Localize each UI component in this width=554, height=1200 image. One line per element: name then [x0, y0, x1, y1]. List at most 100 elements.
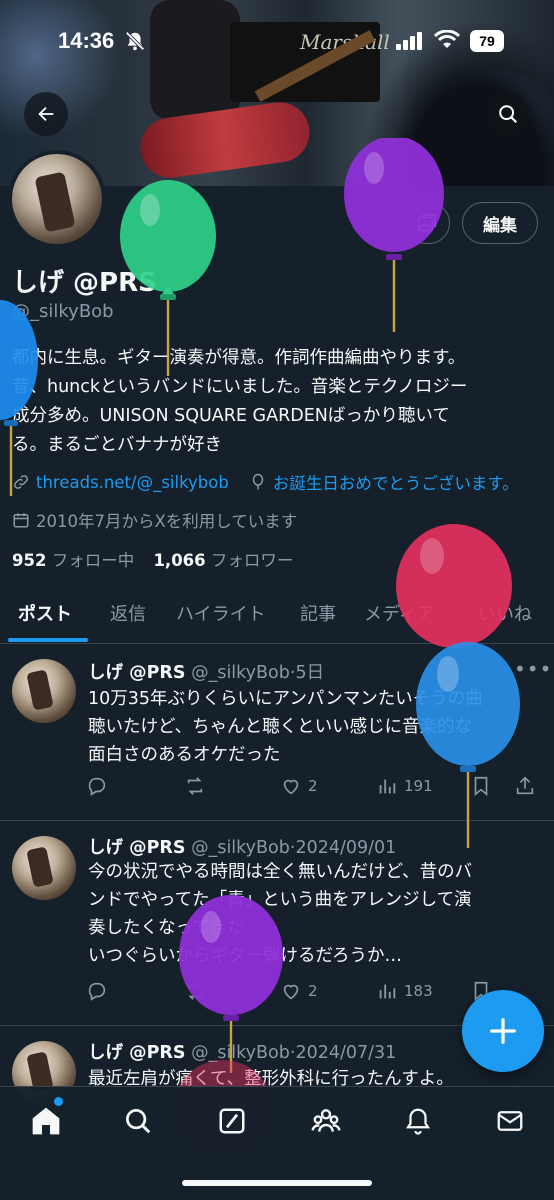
repost-icon — [187, 982, 203, 1000]
heart-icon — [283, 984, 299, 1000]
wifi-icon — [434, 30, 460, 48]
reply-icon — [88, 982, 106, 1001]
home-indicator — [182, 1180, 372, 1186]
post[interactable]: しげ @PRS @_silkyBob·5日 ••• 10万35年ぶりくらいにアン… — [0, 645, 554, 821]
post-line: いつぐらいからギター弾けるだろうか… — [88, 946, 402, 966]
tab-likes[interactable]: いいね — [478, 600, 532, 626]
view-count: 183 — [404, 982, 433, 1000]
post-header: しげ @PRS @_silkyBob·5日 — [88, 659, 324, 684]
nav-home[interactable] — [26, 1101, 66, 1141]
active-tab-indicator — [8, 638, 88, 642]
nav-messages[interactable] — [490, 1101, 530, 1141]
post-author-name[interactable]: しげ @PRS — [88, 838, 186, 858]
link-icon — [14, 475, 28, 489]
plus-icon — [490, 1018, 516, 1044]
post-date: 2024/09/01 — [295, 838, 397, 858]
post-header: しげ @PRS @_silkyBob·2024/09/01 — [88, 834, 396, 859]
post-line: 面白さのあるオケだった — [88, 745, 281, 765]
more-options-icon[interactable]: ••• — [514, 657, 552, 681]
post-text: 10万35年ぶりくらいにアンパンマンたいそうの曲 聴いたけど、ちゃんと聴くといい… — [88, 685, 538, 769]
reply-button[interactable] — [86, 775, 108, 797]
post-actions: 2 191 — [86, 775, 542, 803]
share-button[interactable] — [514, 775, 536, 797]
search-button[interactable] — [486, 92, 530, 136]
joined-date: 2010年7月からXを利用しています — [12, 508, 297, 532]
home-notification-dot — [54, 1097, 63, 1106]
post-author-handle: @_silkyBob — [191, 663, 290, 683]
post[interactable]: しげ @PRS @_silkyBob·2024/09/01 今の状況でやる時間は… — [0, 822, 554, 1026]
bookmark-icon — [474, 776, 488, 797]
grok-icon — [219, 1108, 245, 1134]
following-label: フォロー中 — [51, 551, 135, 570]
post-line: 最近左肩が痛くて、整形外科に行ったんすよ。 — [88, 1069, 454, 1087]
status-time: 14:36 — [58, 28, 115, 53]
views-button[interactable]: 183 — [376, 980, 433, 1002]
communities-icon — [311, 1109, 341, 1132]
cellular-signal-icon — [396, 32, 422, 50]
nav-grok[interactable] — [212, 1101, 252, 1141]
status-bar: 14:36 79 — [0, 22, 554, 62]
post-author-name[interactable]: しげ @PRS — [88, 1043, 186, 1063]
bookmark-button[interactable] — [470, 775, 492, 797]
view-count: 191 — [404, 777, 433, 795]
follow-stats: 952 フォロー中 1,066 フォロワー — [12, 547, 293, 571]
post-author-handle: @_silkyBob — [191, 838, 290, 858]
profile-handle: @_silkyBob — [12, 301, 114, 322]
post-line: 奏したくなってきた — [88, 918, 245, 938]
tab-media[interactable]: メディア — [364, 600, 435, 626]
post-date: 5日 — [295, 663, 325, 683]
share-icon — [516, 776, 534, 795]
post-author-name[interactable]: しげ @PRS — [88, 663, 186, 683]
views-chart-icon — [379, 984, 396, 999]
birthday-message: お誕生日おめでとうございます。 — [272, 474, 519, 493]
bio-line: 都内に生息。ギター演奏が得意。作詞作曲編曲やります。 — [12, 348, 466, 368]
search-icon — [499, 105, 518, 124]
post-line: 聴いたけど、ちゃんと聴くといい感じに音楽的な — [88, 717, 473, 737]
post-line: 今の状況でやる時間は全く無いんだけど、昔のバ — [88, 862, 473, 882]
tab-replies[interactable]: 返信 — [110, 600, 146, 626]
post-header: しげ @PRS @_silkyBob·2024/07/31 — [88, 1039, 396, 1064]
tab-posts[interactable]: ポスト — [18, 600, 72, 626]
home-icon — [32, 1107, 60, 1135]
joined-text: 2010年7月からXを利用しています — [36, 512, 298, 531]
bio-line: る。まるごとバナナが好き — [12, 435, 222, 455]
avatar-guitar-headstock — [26, 846, 54, 888]
post-text: 最近左肩が痛くて、整形外科に行ったんすよ。 — [88, 1065, 538, 1087]
back-button[interactable] — [24, 92, 68, 136]
avatar-guitar-headstock — [34, 171, 76, 233]
bell-slash-icon — [125, 31, 145, 51]
bio-line: 成分多め。UNISON SQUARE GARDENばっかり聴いて — [12, 406, 450, 426]
repost-button[interactable] — [184, 980, 206, 1002]
post-avatar[interactable] — [12, 836, 76, 900]
following-link[interactable]: 952 フォロー中 — [12, 551, 134, 570]
media-button[interactable] — [404, 202, 450, 244]
nav-notifications[interactable] — [398, 1101, 438, 1141]
followers-label: フォロワー — [210, 551, 294, 570]
nav-search[interactable] — [118, 1101, 158, 1141]
mail-icon — [497, 1111, 523, 1131]
post-line: 10万35年ぶりくらいにアンパンマンたいそうの曲 — [88, 689, 483, 709]
bell-icon — [405, 1108, 431, 1135]
balloon-icon — [252, 473, 264, 490]
battery-indicator: 79 — [470, 30, 504, 52]
like-button[interactable]: 2 — [280, 775, 318, 797]
tab-articles[interactable]: 記事 — [300, 600, 336, 626]
profile-meta: threads.net/@_silkybob お誕生日おめでとうございます。 — [12, 470, 519, 494]
like-button[interactable]: 2 — [280, 980, 318, 1002]
repost-button[interactable] — [184, 775, 206, 797]
profile-name: しげ @PRS — [12, 268, 157, 298]
views-button[interactable]: 191 — [376, 775, 433, 797]
tab-highlights[interactable]: ハイライト — [176, 600, 266, 626]
post-text: 今の状況でやる時間は全く無いんだけど、昔のバ ンドでやってた「青」という曲をアレ… — [88, 858, 538, 970]
edit-profile-button[interactable]: 編集 — [462, 202, 538, 244]
repost-icon — [187, 777, 203, 795]
reply-icon — [88, 777, 106, 796]
profile-link[interactable]: threads.net/@_silkybob — [36, 473, 229, 492]
followers-link[interactable]: 1,066 フォロワー — [153, 551, 293, 570]
calendar-icon — [13, 513, 29, 528]
compose-button[interactable] — [462, 990, 544, 1072]
reply-button[interactable] — [86, 980, 108, 1002]
profile-avatar[interactable] — [8, 150, 106, 248]
post-avatar[interactable] — [12, 659, 76, 723]
nav-communities[interactable] — [306, 1101, 346, 1141]
